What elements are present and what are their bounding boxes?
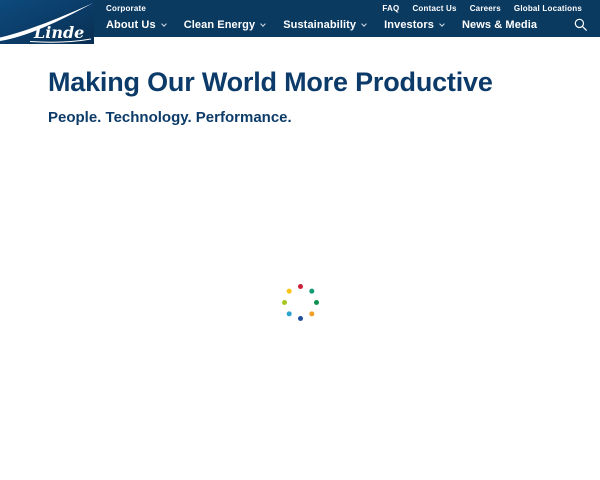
spinner-dot [281,299,287,305]
utility-link-faq[interactable]: FAQ [382,4,399,13]
page-subtitle: People. Technology. Performance. [48,109,292,126]
nav-item-news-media[interactable]: News & Media [462,19,537,31]
nav-item-label: About Us [106,19,156,31]
spinner-dot [297,315,303,321]
nav-item-label: News & Media [461,19,538,31]
page-content: Making Our World More Productive People.… [0,37,600,321]
search-icon [574,18,588,32]
site-header: Linde Corporate FAQ Contact Us Careers G… [0,0,600,44]
chevron-down-icon [361,20,367,27]
page-title: Making Our World More Productive [48,67,493,97]
site-section-label: Corporate [106,4,147,13]
utility-link-global-locations[interactable]: Global Locations [514,4,582,13]
spinner-dot [285,309,293,317]
search-button[interactable] [572,18,590,32]
nav-item-label: Sustainability [283,19,357,31]
hero-section: Making Our World More Productive People.… [0,37,600,126]
nav-item-sustainability[interactable]: Sustainability [283,19,367,31]
loading-spinner [280,282,320,322]
utility-links: FAQ Contact Us Careers Global Locations [382,4,582,13]
linde-logo-image: Linde [0,0,94,44]
nav-item-investors[interactable]: Investors [384,19,445,31]
nav-item-label: Clean Energy [183,19,256,31]
logo-wordmark: Linde [33,23,84,42]
utility-bar: Corporate FAQ Contact Us Careers Global … [106,4,590,13]
spinner-dot [307,309,315,317]
nav-item-clean-energy[interactable]: Clean Energy [183,19,267,31]
nav-item-label: Investors [384,19,434,31]
spinner-dot [285,287,293,295]
spinner-dot [297,283,303,289]
spinner-dot [307,287,315,295]
nav-item-about-us[interactable]: About Us [106,19,167,31]
linde-logo[interactable]: Linde [0,0,94,44]
chevron-down-icon [439,20,445,27]
chevron-down-icon [160,20,167,27]
spinner-dot [313,299,319,305]
utility-link-contact-us[interactable]: Contact Us [412,4,456,13]
main-nav: About Us Clean Energy Sustainability Inv… [106,18,590,32]
utility-link-careers[interactable]: Careers [470,4,501,13]
chevron-down-icon [260,20,267,27]
